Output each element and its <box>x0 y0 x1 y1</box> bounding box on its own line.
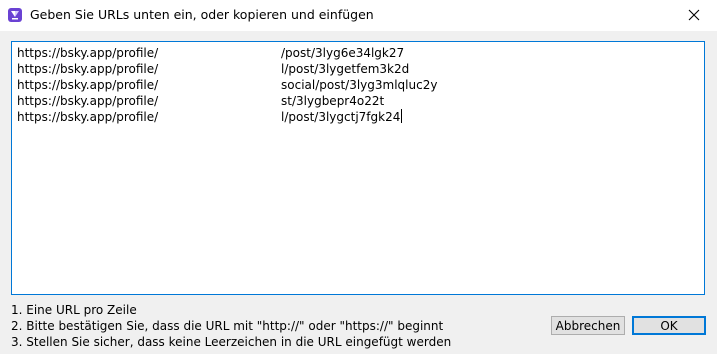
url-prefix: https://bsky.app/profile/ <box>17 46 159 60</box>
url-line: https://bsky.app/profile/ st/3lygbepr4o2… <box>17 93 699 109</box>
cancel-button[interactable]: Abbrechen <box>551 316 625 335</box>
url-suffix: l/post/3lygctj7fgk24 <box>281 109 403 125</box>
url-prefix: https://bsky.app/profile/ <box>17 94 159 108</box>
instruction-line-2: 2. Bitte bestätigen Sie, dass die URL mi… <box>11 319 444 333</box>
url-suffix-text: l/post/3lygctj7fgk24 <box>281 110 401 124</box>
text-caret <box>401 109 403 123</box>
instruction-line-1: 1. Eine URL pro Zeile <box>11 303 137 317</box>
ok-button[interactable]: OK <box>632 316 706 335</box>
url-suffix: st/3lygbepr4o22t <box>281 94 385 108</box>
instructions: 1. Eine URL pro Zeile 2. Bitte bestätige… <box>11 302 451 350</box>
window-title: Geben Sie URLs unten ein, oder kopieren … <box>30 7 374 22</box>
url-line: https://bsky.app/profile/ l/post/3lygctj… <box>17 109 699 125</box>
url-prefix: https://bsky.app/profile/ <box>17 110 159 124</box>
title-bar: Geben Sie URLs unten ein, oder kopieren … <box>0 0 717 31</box>
url-prefix: https://bsky.app/profile/ <box>17 62 159 76</box>
url-line: https://bsky.app/profile/ social/post/3l… <box>17 77 699 93</box>
url-line: https://bsky.app/profile/ /post/3lyg6e34… <box>17 45 699 61</box>
url-prefix: https://bsky.app/profile/ <box>17 78 159 92</box>
instruction-line-3: 3. Stellen Sie sicher, dass keine Leerze… <box>11 335 452 349</box>
url-line: https://bsky.app/profile/ l/post/3lygetf… <box>17 61 699 77</box>
url-suffix: l/post/3lygetfem3k2d <box>281 62 410 76</box>
url-suffix: social/post/3lyg3mlqluc2y <box>281 78 438 92</box>
app-icon <box>8 8 22 22</box>
url-suffix: /post/3lyg6e34lgk27 <box>281 46 405 60</box>
url-textarea[interactable]: https://bsky.app/profile/ /post/3lyg6e34… <box>11 41 705 295</box>
close-button[interactable] <box>671 0 717 31</box>
close-icon <box>688 6 700 25</box>
url-input-dialog: Geben Sie URLs unten ein, oder kopieren … <box>0 0 717 354</box>
